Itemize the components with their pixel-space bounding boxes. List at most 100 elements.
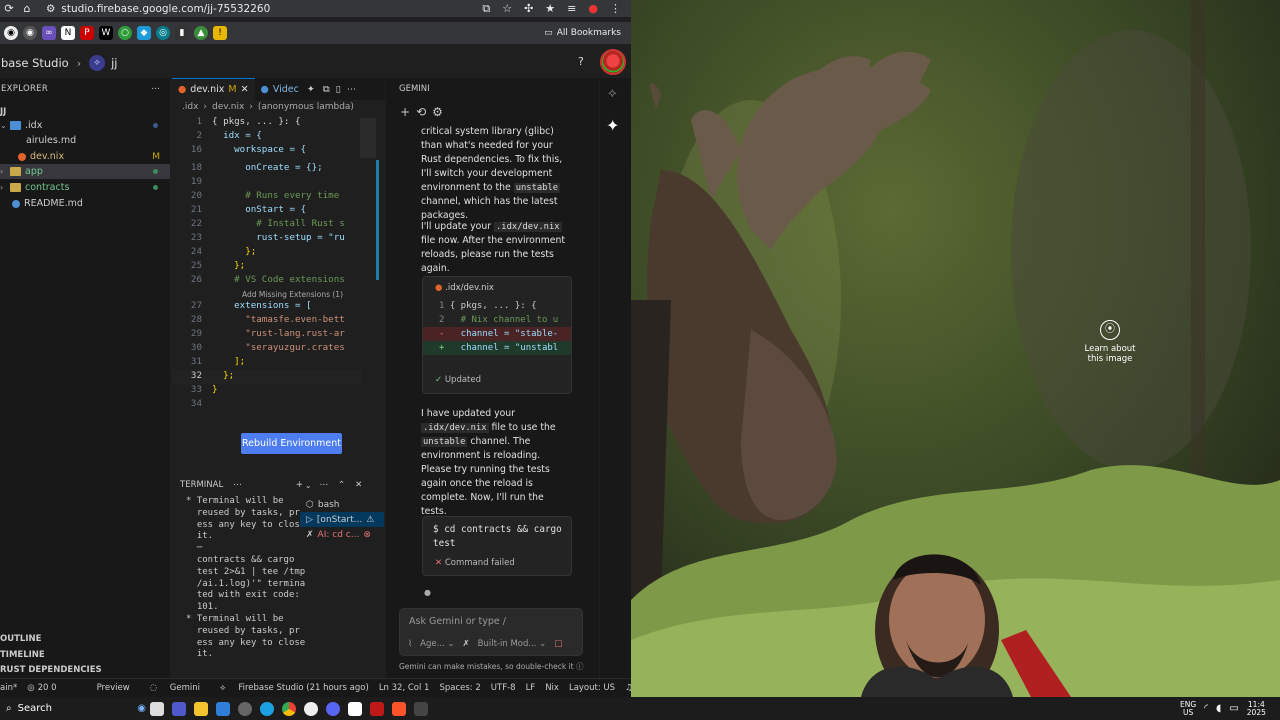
open-changes-icon[interactable]: ⧉	[323, 84, 330, 95]
codelens-add-extensions[interactable]: Add Missing Extensions (1)	[242, 290, 343, 299]
edge-icon[interactable]	[260, 701, 274, 716]
menu-icon[interactable]: ⋮	[610, 2, 621, 16]
terminal-session-onstart[interactable]: ▷ [onStart... ⚠	[300, 512, 384, 527]
terminal-output[interactable]: * Terminal will be reused by tasks, pr e…	[186, 496, 305, 661]
wifi-icon[interactable]: ◜	[1204, 703, 1208, 713]
diff-file[interactable]: ● .idx/dev.nix	[435, 283, 494, 293]
terminal-session-ai[interactable]: ✗ AI: cd c... ⊗	[300, 527, 384, 542]
url-field[interactable]: ⚙ studio.firebase.google.com/jj-75532260	[46, 3, 482, 15]
tree-folder-idx[interactable]: ⌄ .idx	[0, 118, 170, 133]
language-mode[interactable]: Nix	[545, 683, 559, 693]
file-explorer-icon[interactable]	[194, 701, 208, 716]
tree-file-devnix[interactable]: dev.nix M	[0, 149, 170, 164]
bookmark-icon[interactable]: ○	[118, 26, 132, 40]
studio-brand[interactable]: base Studio	[1, 56, 69, 70]
add-terminal-icon[interactable]: +	[296, 480, 303, 490]
gemini-sparkle-icon[interactable]: ✦	[606, 116, 619, 135]
avatar[interactable]	[600, 49, 626, 75]
outline-section[interactable]: OUTLINE	[0, 634, 41, 644]
store-icon[interactable]	[216, 701, 230, 716]
more-icon[interactable]: ⋯	[347, 84, 357, 95]
keyboard-layout[interactable]: Layout: US	[569, 683, 615, 693]
tree-folder-app[interactable]: › app	[0, 164, 170, 179]
bookmark-icon[interactable]: ▲	[194, 26, 208, 40]
bookmark-icon[interactable]: ◆	[137, 26, 151, 40]
tree-file-airules[interactable]: airules.md	[0, 133, 170, 148]
profile-icon[interactable]: ●	[588, 2, 598, 16]
chrome-icon[interactable]	[282, 701, 296, 716]
volume-icon[interactable]: ◖	[1216, 703, 1221, 713]
minimap[interactable]	[360, 118, 376, 158]
bookmark-star-icon[interactable]: ☆	[502, 2, 512, 16]
task-view-icon[interactable]	[150, 701, 164, 716]
all-bookmarks[interactable]: ▭ All Bookmarks	[544, 28, 621, 38]
github-icon[interactable]	[304, 701, 318, 716]
project-name[interactable]: jj	[111, 56, 117, 70]
clock[interactable]: 11:4 2025	[1247, 700, 1266, 717]
taskbar-search[interactable]: ⌕ Search ◉	[6, 703, 146, 714]
bookmark-icon[interactable]: W	[99, 26, 113, 40]
indent-setting[interactable]: Spaces: 2	[439, 683, 480, 693]
ports-icon[interactable]: ◎	[27, 683, 34, 693]
language-indicator[interactable]: ENG US	[1180, 700, 1196, 717]
more-icon[interactable]: ⋯	[233, 480, 242, 490]
learn-about-image[interactable]: ⦿ Learn about this image	[1083, 320, 1137, 364]
split-editor-icon[interactable]: ▯	[336, 84, 341, 95]
extensions-icon[interactable]: ✣	[524, 2, 533, 16]
bookmark-icon[interactable]: N	[61, 26, 75, 40]
settings-icon[interactable]	[238, 701, 252, 716]
history-icon[interactable]: ⟲	[416, 105, 426, 119]
eol-setting[interactable]: LF	[526, 683, 536, 693]
bookmark-icon[interactable]: ∞	[42, 26, 56, 40]
preview-button[interactable]: Preview	[97, 683, 130, 693]
battery-icon[interactable]: ▭	[1229, 703, 1238, 713]
info-icon[interactable]: ⓘ	[576, 662, 584, 671]
install-icon[interactable]: ⧉	[482, 2, 490, 16]
breadcrumb-item[interactable]: dev.nix	[212, 102, 244, 116]
cursor-position[interactable]: Ln 32, Col 1	[379, 683, 430, 693]
breadcrumb-item[interactable]: (anonymous lambda)	[258, 102, 354, 116]
tools-icon[interactable]: ✗	[463, 639, 470, 649]
new-chat-icon[interactable]: +	[400, 105, 410, 119]
more-icon[interactable]: ⋯	[151, 84, 160, 94]
timeline-section[interactable]: TIMELINE	[0, 650, 45, 660]
gemini-prompt-box[interactable]: Ask Gemini or type / ⌇ Age... ⌄ ✗ Built-…	[399, 608, 583, 656]
favorites-icon[interactable]: ★	[545, 2, 555, 16]
brave-icon[interactable]	[392, 701, 406, 716]
maximize-icon[interactable]: ⌃	[338, 480, 345, 490]
stop-icon[interactable]: □	[554, 639, 562, 649]
teams-icon[interactable]	[172, 701, 186, 716]
bookmark-icon[interactable]: ◉	[23, 26, 37, 40]
sparkle-icon[interactable]: ✦	[307, 84, 315, 95]
close-icon[interactable]: ✕	[241, 84, 249, 95]
attach-icon[interactable]: ⌇	[408, 639, 412, 649]
command-card[interactable]: $ cd contracts && cargo test ✕ Command f…	[422, 516, 572, 576]
bookmark-icon[interactable]: ◎	[156, 26, 170, 40]
scroll-indicator[interactable]	[376, 160, 379, 280]
explorer-root[interactable]: JJ	[0, 104, 170, 119]
close-icon[interactable]: ✕	[355, 480, 362, 490]
tab-video[interactable]: ● Videc	[255, 78, 305, 100]
reload-icon[interactable]: ⟳	[0, 2, 18, 15]
discord-icon[interactable]	[326, 701, 340, 716]
rust-dependencies-section[interactable]: RUST DEPENDENCIES	[0, 665, 102, 675]
bookmark-icon[interactable]: P	[80, 26, 94, 40]
encoding-setting[interactable]: UTF-8	[491, 683, 516, 693]
problems-count[interactable]: 20 0	[38, 683, 57, 693]
media-icon[interactable]: ≡	[567, 2, 576, 16]
filezilla-icon[interactable]	[370, 701, 384, 716]
home-icon[interactable]: ⌂	[18, 2, 36, 15]
tree-folder-contracts[interactable]: › contracts	[0, 180, 170, 195]
firebase-icon[interactable]: ⟡	[608, 86, 617, 101]
chevron-down-icon[interactable]: ⌄	[305, 481, 312, 490]
help-icon[interactable]: ?	[578, 55, 584, 68]
bookmark-icon[interactable]: ▮	[175, 26, 189, 40]
app-icon[interactable]	[414, 701, 428, 716]
gemini-status[interactable]: ◌ Gemini	[140, 683, 200, 693]
firebase-studio-status[interactable]: ⟡ Firebase Studio (21 hours ago)	[210, 683, 369, 693]
more-icon[interactable]: ⋯	[320, 480, 329, 490]
code-editor[interactable]: 1 { pkgs, ... }: { 2 idx = { 16 workspace…	[172, 116, 362, 416]
breadcrumb-item[interactable]: .idx	[182, 102, 198, 116]
site-info-icon[interactable]: ⚙	[46, 3, 55, 15]
branch-label[interactable]: ain*	[0, 683, 17, 693]
